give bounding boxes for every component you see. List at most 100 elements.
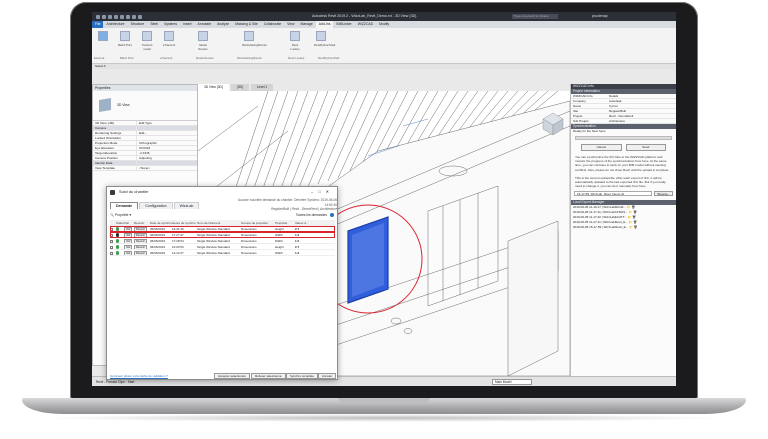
property-value[interactable]: -4.3345: [137, 151, 150, 155]
ifc-file-field[interactable]: 15-17-59_WizzLab_Revit_Demo.ifc: [574, 191, 653, 197]
send-button[interactable]: Send: [625, 144, 666, 151]
etransmit-button[interactable]: eTransmit: [162, 31, 176, 47]
folder-delete-icons[interactable]: 📁 🗑: [628, 220, 637, 224]
column-header[interactable]: Groupe de propriété: [241, 220, 275, 225]
ribbon-tab-collaborate[interactable]: Collaborate: [261, 21, 284, 28]
see-button[interactable]: Voir: [124, 233, 133, 237]
tab-demande[interactable]: Demande: [110, 202, 139, 209]
ribbon-tab-file[interactable]: File: [92, 21, 104, 28]
status-cell: [116, 238, 124, 243]
cancel-dialog-button[interactable]: Annuler: [318, 373, 337, 379]
ribbon-tab-annotate[interactable]: Annotate: [195, 21, 215, 28]
ribbon-tab-massing-site[interactable]: Massing & Site: [232, 21, 261, 28]
column-header[interactable]: Date de synchro: [150, 220, 172, 225]
ribbon-tab-view[interactable]: View: [284, 21, 297, 28]
transmit-button[interactable]: Transmit model: [140, 31, 154, 51]
property-value[interactable]: [137, 136, 139, 140]
python-shell-button[interactable]: RevitPythonShell: [314, 31, 335, 47]
tab-3d-view[interactable]: 3D View {3D}: [198, 84, 229, 91]
property-value[interactable]: <None>: [137, 166, 150, 170]
row-checkbox[interactable]: [110, 245, 113, 249]
cancel-button[interactable]: Cancel: [581, 144, 622, 151]
help-link[interactable]: Comment piloter votre tâche de validatio…: [110, 374, 168, 378]
property-value[interactable]: [137, 161, 139, 165]
type-selector[interactable]: 3D View: [93, 91, 197, 121]
ribbon-tab-wizzcad[interactable]: WIZZCAD: [355, 21, 376, 28]
panel-label: WorksharingMonitor: [237, 56, 262, 60]
row-checkbox[interactable]: [110, 227, 113, 231]
quick-access-toolbar[interactable]: [96, 14, 196, 19]
ribbon-tab-architecture[interactable]: Architecture: [103, 21, 127, 28]
model-review-button[interactable]: Model Review: [196, 31, 210, 51]
property-value[interactable]: Orthographic: [137, 141, 157, 145]
property-name: Height: [275, 227, 284, 231]
property-value[interactable]: 20.6318: [137, 146, 150, 150]
all-requests-dropdown[interactable]: Toutes les demandes: [296, 212, 327, 218]
sync-time: 14:12:27: [172, 251, 184, 255]
ribbon-tab-add-ins[interactable]: Add-Ins: [315, 21, 334, 28]
revert-button[interactable]: Revenir: [134, 233, 147, 237]
column-header[interactable]: Valeur d...: [295, 220, 309, 225]
tab-level-1[interactable]: Level 1: [250, 84, 274, 91]
ribbon-tab-structure[interactable]: Structure: [128, 21, 148, 28]
worksharing-monitor-button[interactable]: WorksharingMonitor: [242, 31, 267, 47]
batch-print-button[interactable]: Batch Print: [118, 31, 132, 47]
edit-type-button[interactable]: Edit Type: [137, 121, 152, 125]
select-icon[interactable]: [96, 31, 110, 43]
see-button[interactable]: Voir: [124, 245, 133, 249]
see-button[interactable]: Voir: [124, 239, 133, 243]
column-header[interactable]: Statut: [116, 220, 124, 225]
revert-button[interactable]: Revenir: [134, 245, 147, 249]
revert-button[interactable]: Revenir: [134, 251, 147, 255]
tab-wizzlab[interactable]: WizzLab: [173, 202, 200, 209]
folder-delete-icons[interactable]: 📁 🗑: [628, 210, 637, 214]
folder-delete-icons[interactable]: 📁 🗑: [626, 205, 635, 209]
ribbon-tab-systems[interactable]: Systems: [161, 21, 180, 28]
tab-configuration[interactable]: Configuration: [139, 202, 173, 209]
ribbon-tab-steel[interactable]: Steel: [147, 21, 161, 28]
revit-lookup-button[interactable]: Revit Lookup: [288, 31, 302, 51]
property-row[interactable]: View Template <None>: [93, 166, 197, 171]
ribbon-tab-modify[interactable]: Modify: [376, 21, 392, 28]
user-name[interactable]: pscdenap: [592, 12, 608, 21]
row-checkbox[interactable]: [110, 251, 113, 255]
row-checkbox[interactable]: [110, 233, 113, 237]
wizzcad-panel: WIZZCAD Info Project Information WIZZCAD…: [570, 84, 676, 376]
browse-button[interactable]: Browse...: [654, 191, 673, 197]
property-value[interactable]: Adjusting: [137, 156, 152, 160]
accept-selected-button[interactable]: Accepter sélectionné: [214, 373, 250, 379]
tab-3d[interactable]: {3D}: [230, 84, 250, 91]
see-button[interactable]: Voir: [124, 251, 133, 255]
select-dropdown[interactable]: Select ▾: [95, 64, 106, 68]
ribbon-tab-analyze[interactable]: Analyze: [214, 21, 232, 28]
revert-button[interactable]: Revenir: [134, 227, 147, 231]
revert-button[interactable]: Revenir: [134, 239, 147, 243]
ribbon-tab-manage[interactable]: Manage: [297, 21, 315, 28]
window-controls[interactable]: –□✕: [311, 187, 334, 197]
column-header[interactable]: Revenir: [134, 220, 150, 225]
search-input[interactable]: Type a keyword or phrase: [512, 14, 558, 19]
selected-window[interactable]: [347, 216, 389, 304]
refresh-icon[interactable]: [330, 213, 334, 217]
folder-delete-icons[interactable]: 📁 🗑: [628, 225, 637, 229]
column-header[interactable]: Heure de synchro: [172, 220, 197, 225]
see-button[interactable]: Voir: [124, 227, 133, 231]
export-file-item[interactable]: 2019-06-05 15-17-59 | WizzLabRevit_E... …: [571, 225, 676, 230]
folder-delete-icons[interactable]: 📁 🗑: [627, 215, 636, 219]
column-header[interactable]: Nom de l'élément: [197, 220, 241, 225]
full-sync-button[interactable]: Synchro complète: [286, 373, 319, 379]
filter-dropdown[interactable]: Propriété: [115, 213, 128, 217]
row-checkbox[interactable]: [110, 239, 113, 243]
column-header[interactable]: Voir: [124, 220, 134, 225]
model-selector[interactable]: Main Model: [492, 379, 532, 385]
column-header[interactable]: Propriété: [275, 220, 295, 225]
info-value: RegisterBuilt: [609, 109, 627, 113]
reject-selected-button[interactable]: Refuser sélectionné: [251, 373, 286, 379]
property-value[interactable]: Edit...: [137, 131, 147, 135]
table-row[interactable]: Voir Revenir 06/06/2019 14:12:27 Single Wind…: [110, 250, 335, 256]
property-value[interactable]: [137, 126, 139, 130]
ribbon-tab-bimlinker[interactable]: BIMLinker: [333, 21, 354, 28]
search-icon: 🔍: [110, 213, 115, 217]
ribbon-tab-insert[interactable]: Insert: [180, 21, 194, 28]
type-name: 3D View: [117, 103, 130, 107]
